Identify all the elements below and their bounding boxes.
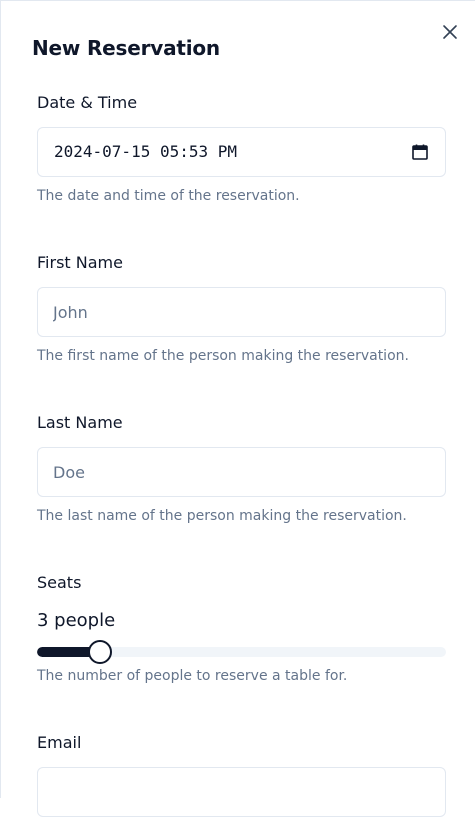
reservation-dialog: New Reservation Date & Time 2024-07-15 0…: [0, 0, 475, 817]
seats-value: 3 people: [37, 610, 116, 631]
seats-slider[interactable]: [37, 640, 446, 664]
slider-thumb[interactable]: [88, 640, 112, 664]
first-name-field[interactable]: [37, 287, 446, 337]
email-input[interactable]: [38, 768, 445, 816]
date-time-input[interactable]: 2024-07-15 05:53 PM: [37, 127, 446, 177]
calendar-icon[interactable]: [411, 143, 429, 161]
dialog-title: New Reservation: [32, 36, 220, 60]
date-time-value: 2024-07-15 05:53 PM: [54, 142, 238, 161]
date-time-label: Date & Time: [37, 93, 138, 112]
first-name-label: First Name: [37, 253, 123, 272]
email-field[interactable]: [37, 767, 446, 817]
last-name-label: Last Name: [37, 413, 123, 432]
seats-help: The number of people to reserve a table …: [37, 668, 348, 684]
first-name-input[interactable]: [38, 288, 445, 336]
last-name-field[interactable]: [37, 447, 446, 497]
seats-label: Seats: [37, 573, 82, 592]
date-time-help: The date and time of the reservation.: [37, 188, 300, 204]
email-label: Email: [37, 733, 82, 752]
last-name-help: The last name of the person making the r…: [37, 508, 407, 524]
first-name-help: The first name of the person making the …: [37, 348, 409, 364]
last-name-input[interactable]: [38, 448, 445, 496]
close-icon[interactable]: [441, 23, 459, 41]
